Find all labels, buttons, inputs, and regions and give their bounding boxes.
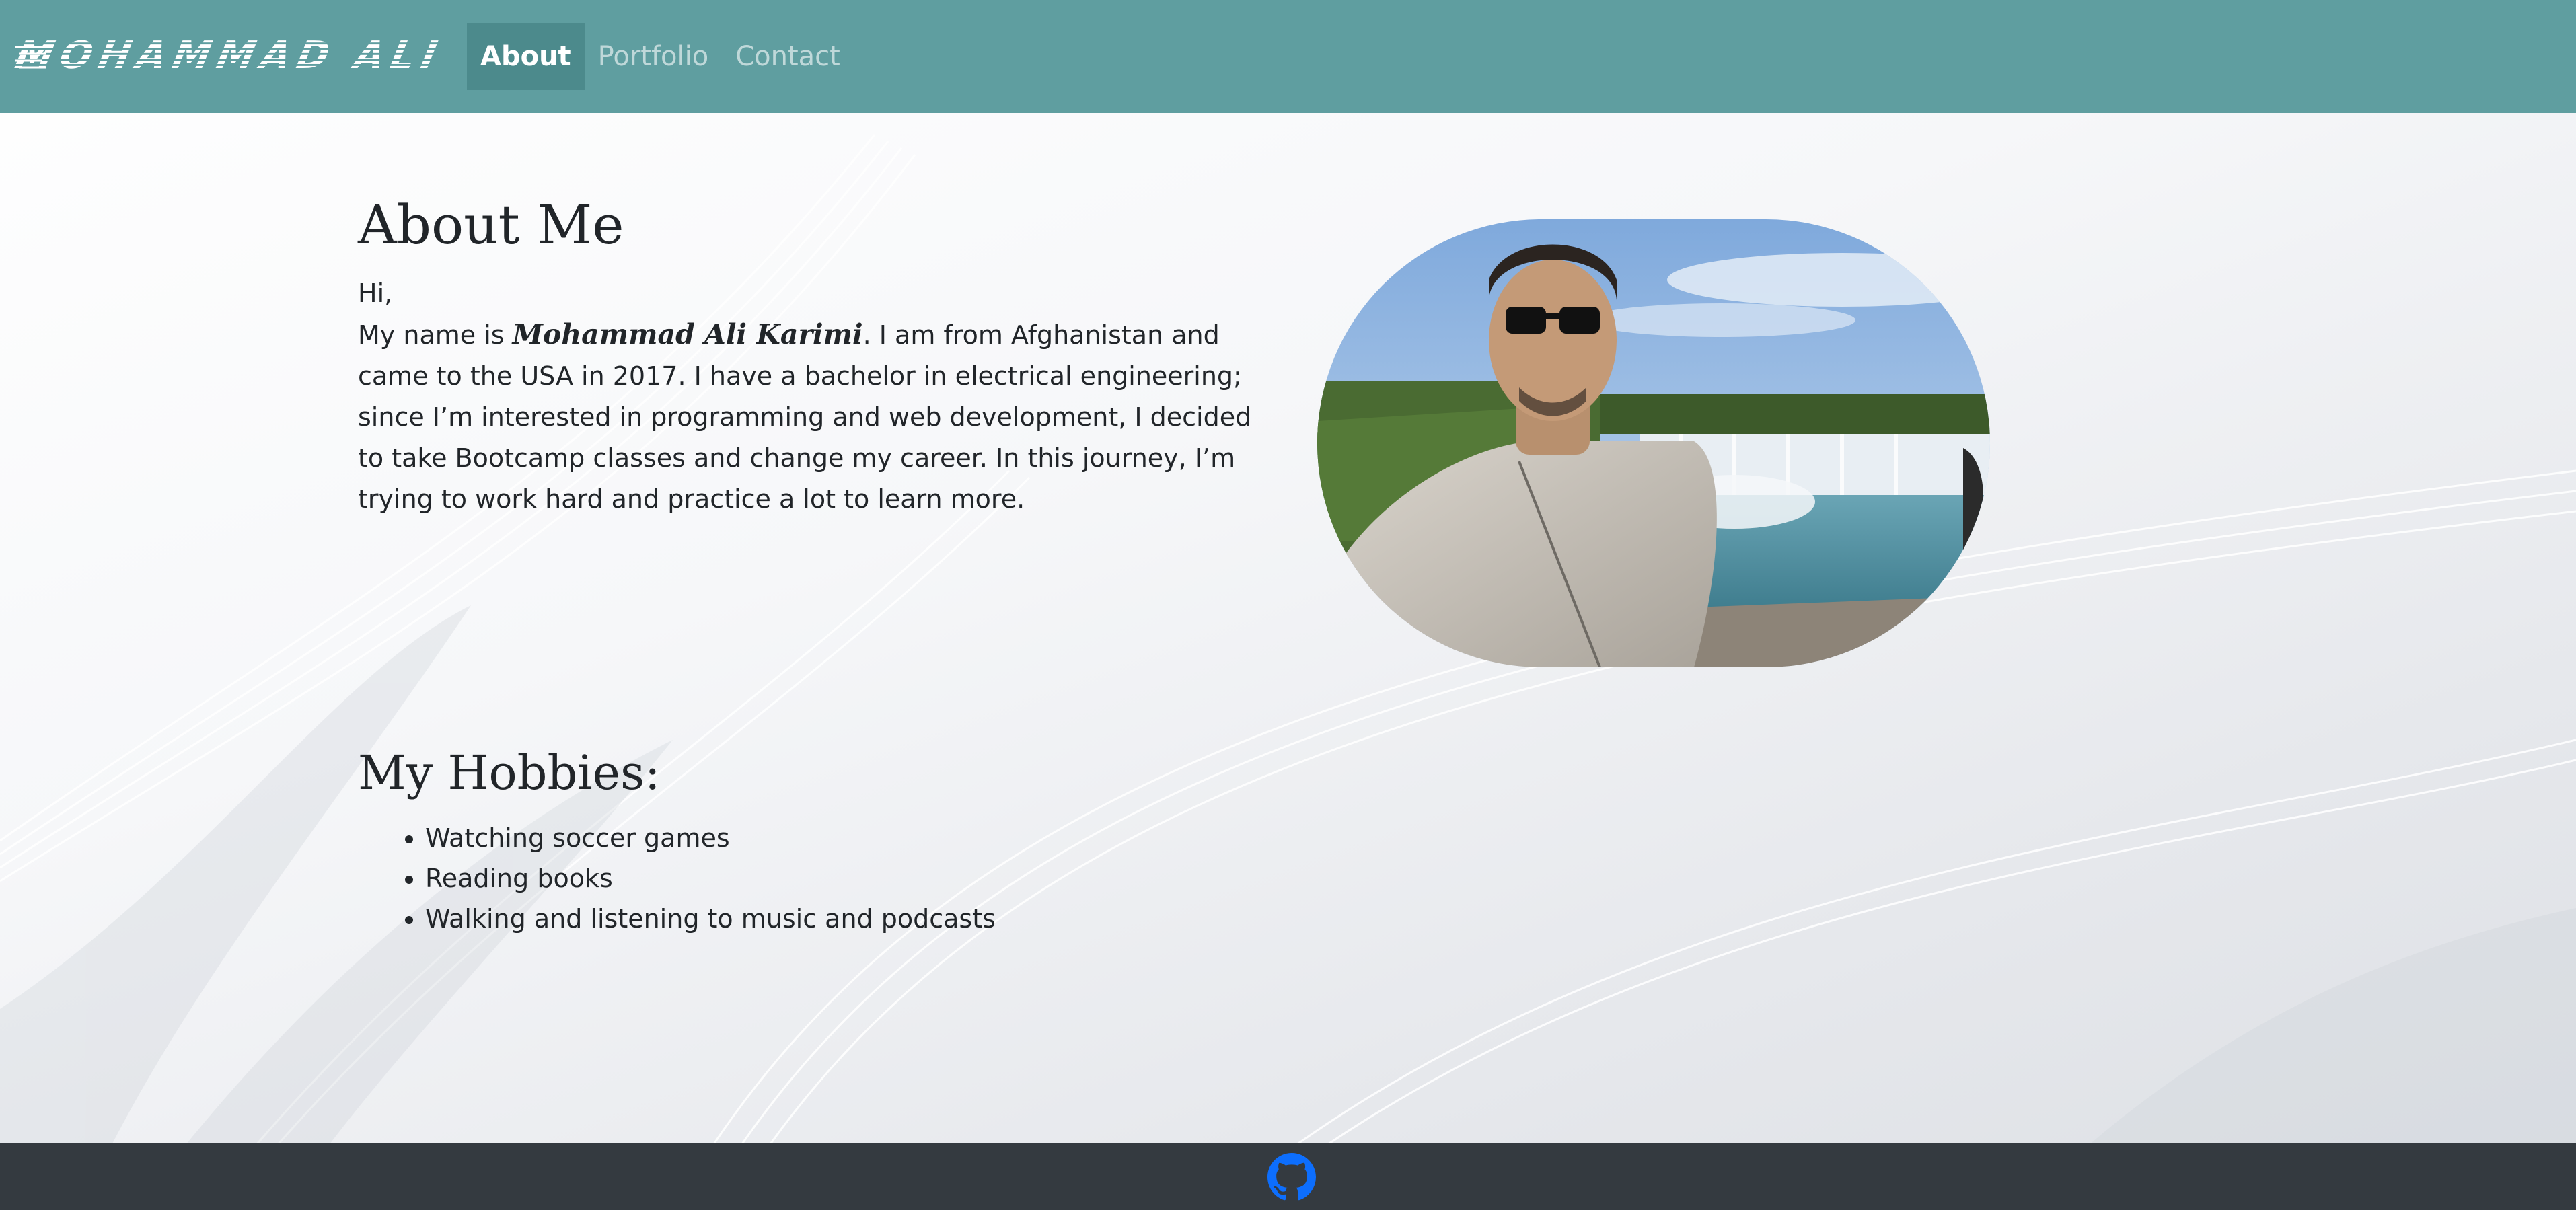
main-content: About Me Hi, My name is Mohammad Ali Kar… [358, 113, 2242, 1143]
nav-menu: About Portfolio Contact [467, 23, 854, 90]
brand-logo[interactable]: Mohammad Ali [11, 34, 447, 77]
list-item: Reading books [425, 858, 996, 899]
nav-item-about[interactable]: About [467, 23, 585, 90]
footer [0, 1143, 2576, 1210]
list-item: Walking and listening to music and podca… [425, 899, 996, 939]
hobbies-list: Watching soccer games Reading books Walk… [358, 818, 996, 939]
hobbies-title: My Hobbies: [358, 745, 661, 800]
about-intro: My name is Mohammad Ali Karimi. I am fro… [358, 314, 1273, 520]
about-title: About Me [358, 194, 624, 256]
about-name: Mohammad Ali Karimi [512, 318, 863, 350]
about-intro-start: My name is [358, 320, 513, 350]
about-greeting: Hi, [358, 278, 393, 308]
nav-item-portfolio[interactable]: Portfolio [585, 23, 723, 90]
github-icon[interactable] [1267, 1153, 1316, 1201]
profile-photo-image [1317, 219, 1990, 667]
about-paragraph: Hi, My name is Mohammad Ali Karimi. I am… [358, 273, 1273, 520]
nav-item-contact[interactable]: Contact [722, 23, 854, 90]
navbar: Mohammad Ali About Portfolio Contact [0, 0, 2576, 113]
list-item: Watching soccer games [425, 818, 996, 858]
profile-photo [1317, 219, 1990, 667]
